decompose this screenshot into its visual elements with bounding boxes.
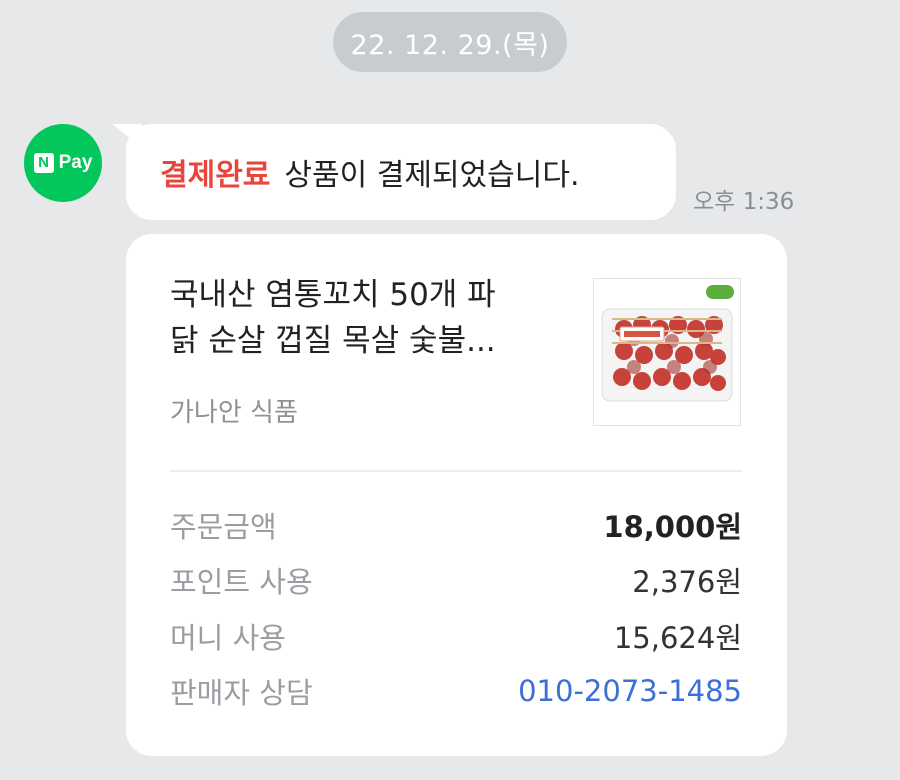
- order-amount-label: 주문금액: [170, 510, 277, 544]
- pay-label: Pay: [58, 152, 93, 173]
- message-time: 오후 1:36: [693, 189, 795, 215]
- product-thumbnail[interactable]: [593, 278, 741, 426]
- order-amount-value: 18,000원: [603, 510, 742, 544]
- date-separator: 22. 12. 29.(목): [333, 12, 567, 72]
- product-title[interactable]: 국내산 염통꼬치 50개 파 닭 순살 껍질 목살 숯불...: [170, 272, 570, 364]
- points-used-value: 2,376원: [632, 565, 742, 599]
- money-used-value: 15,624원: [613, 621, 742, 655]
- seller-name: 가나안 식품: [170, 398, 298, 428]
- points-used-label: 포인트 사용: [170, 565, 313, 599]
- order-amount-row: 주문금액 18,000원: [170, 503, 742, 547]
- order-card[interactable]: 국내산 염통꼬치 50개 파 닭 순살 껍질 목살 숯불... 가나안 식품 주…: [126, 234, 787, 756]
- message-text: 상품이 결제되었습니다.: [284, 158, 580, 193]
- payment-complete-label: 결제완료: [160, 158, 271, 193]
- money-used-row: 머니 사용 15,624원: [170, 614, 742, 658]
- seller-contact-label: 판매자 상담: [170, 676, 313, 710]
- card-divider: [170, 470, 742, 472]
- message-bubble[interactable]: 결제완료 상품이 결제되었습니다.: [126, 124, 676, 220]
- seller-phone-link[interactable]: 010-2073-1485: [518, 674, 742, 708]
- money-used-label: 머니 사용: [170, 621, 286, 655]
- points-used-row: 포인트 사용 2,376원: [170, 558, 742, 602]
- seller-contact-row: 판매자 상담 010-2073-1485: [170, 669, 742, 713]
- naver-pay-avatar[interactable]: N Pay: [24, 124, 102, 202]
- product-image-icon: [594, 279, 740, 425]
- naver-n-icon: N: [33, 153, 54, 173]
